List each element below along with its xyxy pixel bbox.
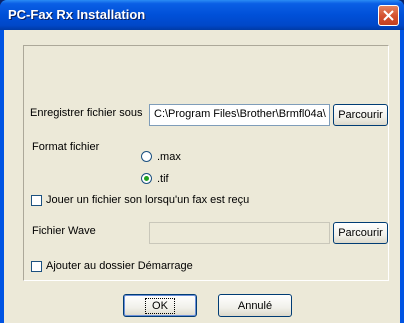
format-tif-label: .tif: [157, 173, 169, 185]
save-location-label: Enregistrer fichier sous: [30, 107, 143, 119]
wave-file-label: Fichier Wave: [32, 225, 96, 237]
file-format-label: Format fichier: [32, 141, 100, 153]
play-sound-label: Jouer un fichier son lorsqu'un fax est r…: [46, 194, 250, 206]
wave-file-field[interactable]: [149, 222, 330, 244]
settings-panel: [23, 45, 389, 281]
cancel-button[interactable]: Annulé: [218, 294, 292, 317]
title-bar[interactable]: PC-Fax Rx Installation: [0, 0, 404, 30]
close-button[interactable]: [378, 5, 399, 26]
ok-button-label: OK: [145, 297, 175, 314]
dialog-body: Enregistrer fichier sous C:\Program File…: [4, 30, 400, 323]
dialog-window: PC-Fax Rx Installation Enregistrer fichi…: [0, 0, 404, 323]
startup-folder-checkbox[interactable]: [31, 261, 42, 272]
save-path-field[interactable]: C:\Program Files\Brother\Brmfl04a\: [149, 104, 330, 126]
startup-folder-label: Ajouter au dossier Démarrage: [46, 260, 193, 272]
format-max-label: .max: [157, 151, 181, 163]
browse-wave-file-button[interactable]: Parcourir: [333, 222, 388, 244]
format-max-radio[interactable]: [141, 151, 152, 162]
close-icon: [383, 10, 394, 21]
play-sound-checkbox[interactable]: [31, 195, 42, 206]
format-tif-radio[interactable]: [141, 173, 152, 184]
window-title: PC-Fax Rx Installation: [8, 7, 146, 22]
ok-button[interactable]: OK: [123, 294, 197, 317]
browse-save-path-button[interactable]: Parcourir: [333, 104, 388, 126]
